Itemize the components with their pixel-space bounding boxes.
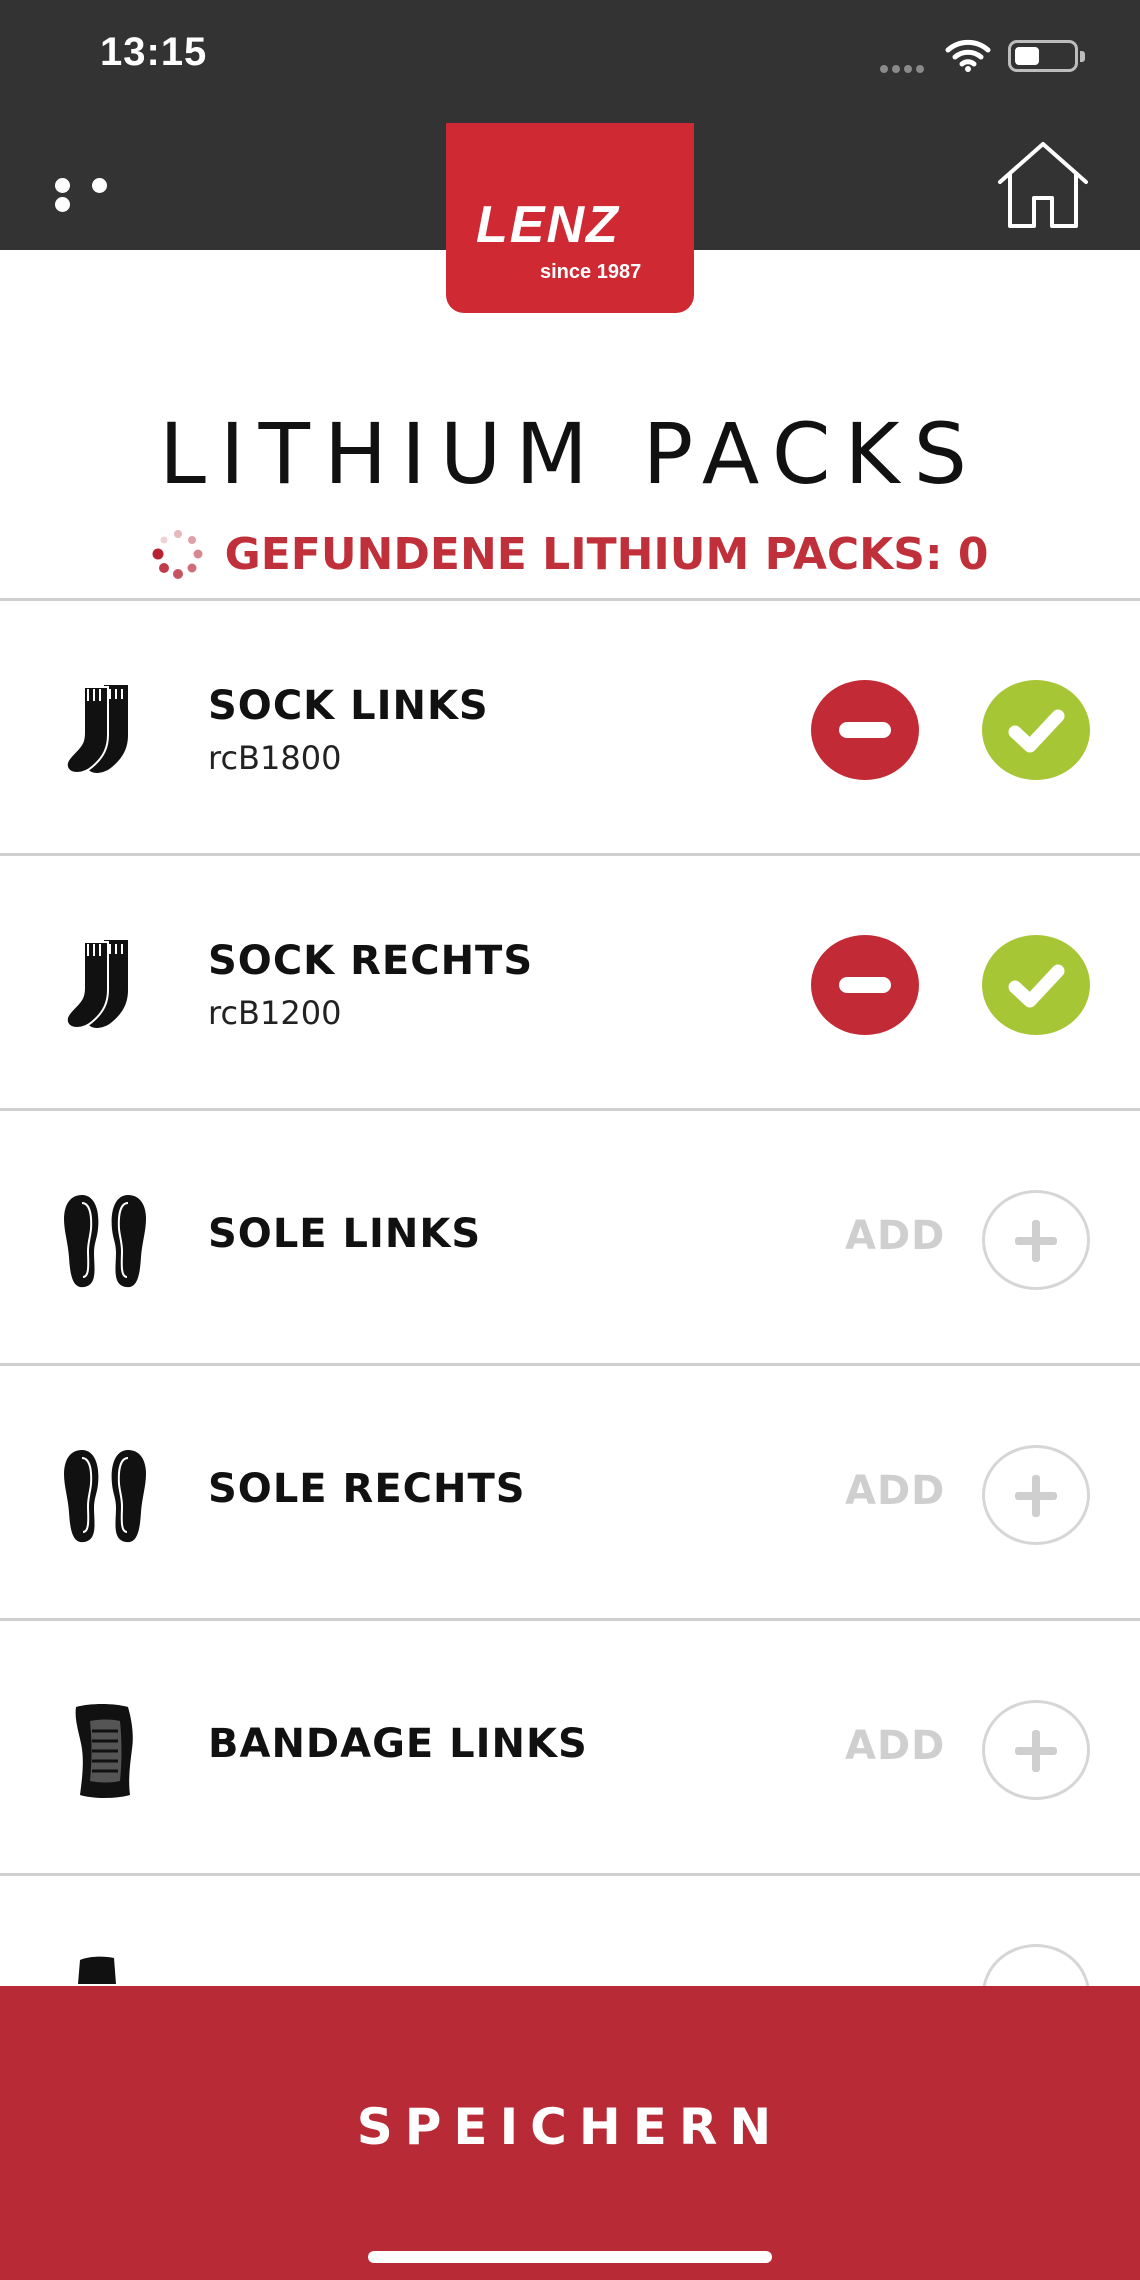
logo-subtitle: since 1987	[540, 261, 642, 283]
found-count-text: GEFUNDENE LITHIUM PACKS: 0	[224, 528, 989, 580]
add-label[interactable]: ADD	[845, 1468, 945, 1514]
sock-icon	[65, 940, 128, 1029]
confirm-button[interactable]	[982, 680, 1090, 780]
list-item: SOLE RECHTS ADD	[0, 1366, 1140, 1621]
lithium-pack-list: SOCK LINKS rcB1800 SOCK RECHTS rcB1200 S…	[0, 598, 1140, 2044]
found-status: GEFUNDENE LITHIUM PACKS: 0	[0, 528, 1140, 580]
list-item: SOCK RECHTS rcB1200	[0, 856, 1140, 1111]
wifi-icon	[945, 39, 991, 72]
item-name: SOLE RECHTS	[208, 1466, 526, 1512]
remove-button[interactable]	[811, 935, 919, 1035]
home-indicator[interactable]	[368, 2251, 772, 2263]
add-button[interactable]	[982, 1190, 1090, 1290]
status-time: 13:15	[100, 30, 208, 74]
sole-icon	[64, 1450, 146, 1543]
battery-icon	[1008, 40, 1085, 72]
item-serial: rcB1800	[208, 739, 342, 777]
logo-wordmark: LENZ	[476, 196, 620, 254]
status-bar: 13:15	[0, 0, 1140, 118]
list-item: SOCK LINKS rcB1800	[0, 601, 1140, 856]
page-title: LITHIUM PACKS	[159, 405, 981, 503]
cellular-signal-icon	[880, 58, 928, 77]
lenz-logo: LENZ since 1987	[446, 123, 694, 313]
bandage-icon	[75, 1704, 133, 1798]
item-serial: rcB1200	[208, 994, 342, 1032]
list-item: BANDAGE LINKS ADD	[0, 1621, 1140, 1876]
checkmark-icon	[1008, 964, 1065, 1008]
item-name: SOCK LINKS	[208, 683, 489, 729]
remove-button[interactable]	[811, 680, 919, 780]
item-icon-partial	[78, 1956, 116, 1984]
item-name: SOCK RECHTS	[208, 938, 534, 984]
save-button-label: SPEICHERN	[356, 2098, 784, 2156]
add-label[interactable]: ADD	[845, 1723, 945, 1769]
list-item	[0, 1876, 1140, 2044]
loading-spinner-icon	[152, 530, 202, 579]
save-button[interactable]: SPEICHERN	[0, 1986, 1140, 2280]
home-icon[interactable]	[996, 140, 1090, 230]
checkmark-icon	[1008, 709, 1065, 753]
list-item: SOLE LINKS ADD	[0, 1111, 1140, 1366]
sole-icon	[64, 1195, 146, 1288]
add-button[interactable]	[982, 1700, 1090, 1800]
confirm-button[interactable]	[982, 935, 1090, 1035]
item-name: BANDAGE LINKS	[208, 1721, 588, 1767]
item-name: SOLE LINKS	[208, 1211, 482, 1257]
more-menu-icon[interactable]	[55, 178, 145, 212]
add-label[interactable]: ADD	[845, 1213, 945, 1259]
sock-icon	[65, 685, 128, 774]
add-button[interactable]	[982, 1445, 1090, 1545]
